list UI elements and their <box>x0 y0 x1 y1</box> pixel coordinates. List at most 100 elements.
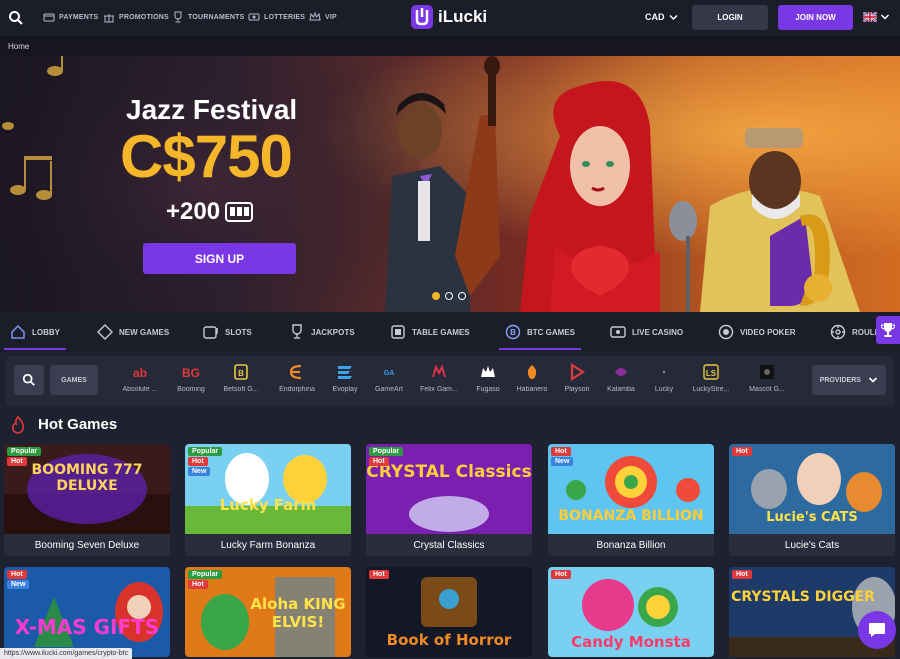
carousel-dot[interactable] <box>458 292 466 300</box>
provider-absolute[interactable]: ab Absolute ... <box>115 363 165 393</box>
tab-btc-games[interactable]: B BTC GAMES <box>499 324 581 350</box>
provider-luckystreak[interactable]: LS LuckyStre... <box>686 363 736 393</box>
live-chat-button[interactable] <box>858 611 896 649</box>
tab-new-games[interactable]: NEW GAMES <box>97 324 169 340</box>
tab-live-casino[interactable]: LIVE CASINO <box>610 324 683 340</box>
game-art-title: Lucie's CATS <box>766 510 858 525</box>
svg-text:B: B <box>510 328 516 337</box>
promo-amount: C$750 <box>120 123 293 190</box>
nav-promotions[interactable]: PROMOTIONS <box>103 11 169 23</box>
badge-hot: Hot <box>732 447 752 456</box>
site-logo[interactable]: iLucki <box>410 4 487 30</box>
badge-hot: Hot <box>188 457 208 466</box>
sign-up-button[interactable]: SIGN UP <box>143 243 296 274</box>
provider-fugaso[interactable]: Fugaso <box>463 363 513 393</box>
nav-lotteries[interactable]: LOTTERIES <box>248 11 305 23</box>
game-thumbnail[interactable]: Book of Horror Hot <box>366 567 532 657</box>
diamond-icon <box>97 324 113 340</box>
providers-dropdown[interactable]: PROVIDERS <box>812 365 886 395</box>
game-thumbnail[interactable]: Aloha KING ELVIS! Popular Hot <box>185 567 351 657</box>
chevron-down-icon[interactable] <box>880 12 890 22</box>
game-thumbnail[interactable]: Candy Monsta Hot <box>548 567 714 657</box>
cards-icon <box>391 325 405 339</box>
provider-habanero[interactable]: Habanero <box>507 363 557 393</box>
currency-selector[interactable]: CAD <box>645 12 678 22</box>
tab-label: NEW GAMES <box>119 327 170 337</box>
game-thumbnail[interactable]: X-MAS GIFTS Hot New <box>4 567 170 657</box>
breadcrumb-home[interactable]: Home <box>8 42 29 51</box>
provider-lucky[interactable]: Lucky <box>639 363 689 393</box>
tab-video-poker[interactable]: VIDEO POKER <box>718 324 796 340</box>
nav-label: PROMOTIONS <box>119 13 169 21</box>
provider-evoplay[interactable]: Evoplay <box>320 363 370 393</box>
game-card[interactable]: Book of Horror Hot <box>366 567 532 657</box>
free-spins-count: +200 <box>166 198 221 225</box>
game-badges: Popular Hot New <box>188 447 223 476</box>
game-card[interactable]: Lucky Farm Popular Hot New Lucky Farm Bo… <box>185 444 351 556</box>
carousel-dot[interactable] <box>432 292 440 300</box>
provider-name: Absolute ... <box>122 386 158 393</box>
badge-popular: Popular <box>188 570 223 579</box>
tab-label: LOBBY <box>32 327 60 337</box>
tournaments-float-button[interactable] <box>876 316 900 344</box>
svg-text:ab: ab <box>133 366 147 380</box>
provider-endorphina[interactable]: Endorphina <box>272 363 322 393</box>
tab-roulette[interactable]: ROULE <box>830 324 880 340</box>
game-badges: Hot <box>551 570 571 579</box>
provider-playson[interactable]: Playson <box>552 363 602 393</box>
tab-table-games[interactable]: TABLE GAMES <box>390 324 470 340</box>
games-filter-button[interactable]: GAMES <box>50 365 98 395</box>
game-card[interactable]: X-MAS GIFTS Hot New <box>4 567 170 657</box>
game-thumbnail[interactable]: Lucie's CATS Hot <box>729 444 895 534</box>
hero-banner[interactable]: Jazz Festival C$750 +200 SIGN UP <box>0 56 900 312</box>
game-badges: Hot <box>732 447 752 456</box>
search-icon[interactable] <box>8 10 24 26</box>
lucky-logo-icon <box>663 371 665 373</box>
kalamba-logo-icon <box>615 368 627 376</box>
game-thumbnail[interactable]: BOOMING 777 DELUXE Popular Hot <box>4 444 170 534</box>
playson-logo-icon <box>570 363 586 381</box>
badge-hot: Hot <box>188 580 208 589</box>
game-card[interactable]: CRYSTAL Classics Popular Hot Crystal Cla… <box>366 444 532 556</box>
join-now-button[interactable]: JOIN NOW <box>778 5 853 30</box>
carousel-dots <box>432 292 466 300</box>
provider-search-button[interactable] <box>14 365 44 395</box>
flame-icon <box>12 415 24 434</box>
game-thumbnail[interactable]: CRYSTAL Classics Popular Hot <box>366 444 532 534</box>
nav-label: VIP <box>325 13 337 21</box>
tab-jackpots[interactable]: JACKPOTS <box>289 324 355 340</box>
game-card[interactable]: BONANZA BILLION Hot New Bonanza Billion <box>548 444 714 556</box>
luckystreak-logo-icon: LS <box>703 364 719 380</box>
game-title: Booming Seven Deluxe <box>4 534 170 556</box>
game-thumbnail[interactable]: Lucky Farm Popular Hot New <box>185 444 351 534</box>
tab-slots[interactable]: SLOTS <box>203 324 252 340</box>
game-art-title: Book of Horror <box>386 631 512 649</box>
provider-booming[interactable]: BG Booming <box>166 363 216 393</box>
game-title: Lucie's Cats <box>729 534 895 556</box>
nav-tournaments[interactable]: TOURNAMENTS <box>172 11 245 23</box>
nav-payments[interactable]: PAYMENTS <box>43 11 98 23</box>
game-card[interactable]: BOOMING 777 DELUXE Popular Hot Booming S… <box>4 444 170 556</box>
game-art-title: BOOMING 777 DELUXE <box>31 462 143 494</box>
provider-gameart[interactable]: GA GameArt <box>364 363 414 393</box>
provider-name: Mascot G... <box>749 386 785 393</box>
game-card[interactable]: Lucie's CATS Hot Lucie's Cats <box>729 444 895 556</box>
game-card[interactable]: Candy Monsta Hot <box>548 567 714 657</box>
breadcrumb: Home <box>0 36 900 56</box>
top-header: PAYMENTS PROMOTIONS TOURNAMENTS LOTTERIE… <box>0 0 900 36</box>
game-thumbnail[interactable]: BONANZA BILLION Hot New <box>548 444 714 534</box>
uk-flag-icon[interactable] <box>863 12 877 22</box>
game-title: Bonanza Billion <box>548 534 714 556</box>
provider-felix[interactable]: Felix Gam... <box>414 363 464 393</box>
game-badges: Hot New <box>551 447 574 466</box>
game-badges: Popular Hot <box>369 447 404 466</box>
game-card[interactable]: Aloha KING ELVIS! Popular Hot <box>185 567 351 657</box>
badge-hot: Hot <box>7 570 27 579</box>
login-button[interactable]: LOGIN <box>692 5 768 30</box>
provider-betsoft[interactable]: B Betsoft G... <box>216 363 266 393</box>
provider-name: Playson <box>564 386 590 393</box>
tab-lobby[interactable]: LOBBY <box>4 324 66 350</box>
carousel-dot[interactable] <box>445 292 453 300</box>
nav-vip[interactable]: VIP <box>309 11 337 23</box>
provider-mascot[interactable]: Mascot G... <box>742 363 792 393</box>
